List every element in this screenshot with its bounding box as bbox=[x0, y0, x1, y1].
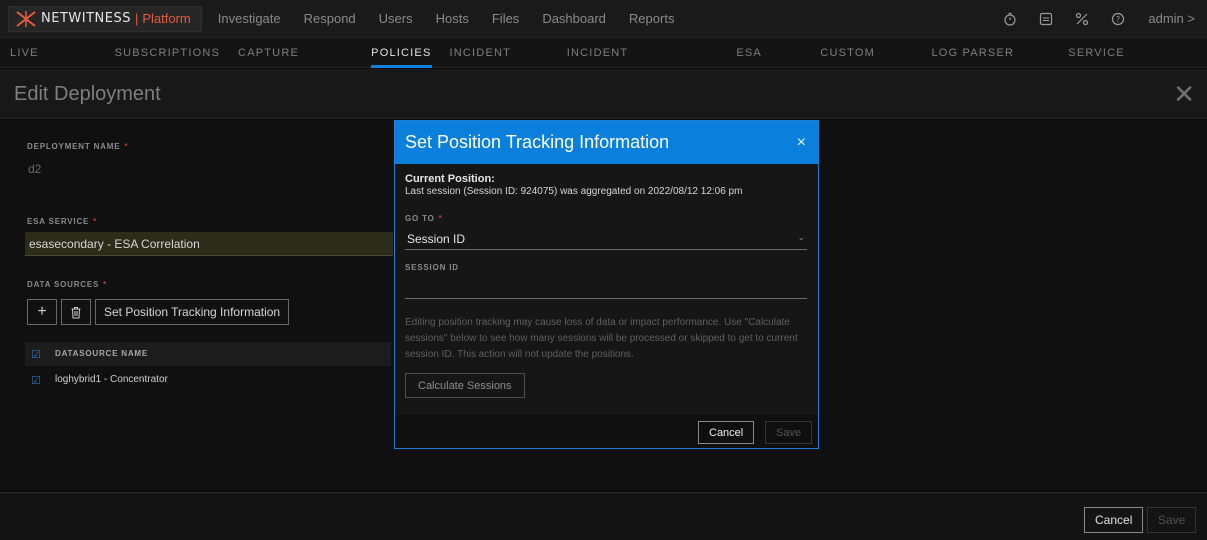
modal-header: Set Position Tracking Information × bbox=[395, 121, 818, 164]
timer-icon[interactable] bbox=[1002, 11, 1018, 27]
svg-text:?: ? bbox=[1116, 15, 1120, 24]
tab-incident-notifications[interactable]: INCIDENT NOTIFICATIONS bbox=[567, 38, 719, 89]
current-position-label: Current Position: bbox=[405, 173, 495, 185]
delete-datasource-button[interactable] bbox=[61, 299, 91, 325]
tab-service-topology[interactable]: SERVICE TOPOLOGY bbox=[1068, 38, 1189, 89]
nav-dashboard[interactable]: Dashboard bbox=[542, 11, 606, 26]
nav-reports[interactable]: Reports bbox=[629, 11, 675, 26]
tab-policies[interactable]: POLICIES bbox=[371, 38, 432, 68]
position-tracking-modal: Set Position Tracking Information × Curr… bbox=[394, 120, 819, 449]
required-marker: * bbox=[93, 217, 98, 226]
plus-icon: + bbox=[37, 303, 47, 320]
current-position-text: Last session (Session ID: 924075) was ag… bbox=[405, 186, 743, 197]
main-nav: Investigate Respond Users Hosts Files Da… bbox=[218, 11, 698, 26]
modal-body: Current Position: Last session (Session … bbox=[395, 164, 818, 415]
tab-capture-policies[interactable]: CAPTURE POLICIES bbox=[238, 38, 353, 89]
top-icons: ? admin > bbox=[982, 11, 1195, 27]
data-sources-label-text: DATA SOURCES bbox=[27, 280, 100, 289]
save-button[interactable]: Save bbox=[1147, 507, 1197, 533]
esa-service-select[interactable]: esasecondary - ESA Correlation bbox=[25, 232, 393, 256]
netwitness-logo-icon bbox=[16, 10, 36, 27]
cancel-button[interactable]: Cancel bbox=[1084, 507, 1144, 533]
tab-incident-rules[interactable]: INCIDENT RULES bbox=[450, 38, 549, 89]
required-marker: * bbox=[103, 280, 108, 289]
modal-footer: Cancel Save bbox=[395, 415, 818, 448]
tab-custom-feeds[interactable]: CUSTOM FEEDS bbox=[820, 38, 913, 89]
esa-service-value: esasecondary - ESA Correlation bbox=[29, 237, 200, 251]
required-marker: * bbox=[438, 214, 443, 223]
tab-log-parser-rules[interactable]: LOG PARSER RULES bbox=[931, 38, 1050, 89]
session-id-input[interactable] bbox=[405, 279, 807, 299]
nav-respond[interactable]: Respond bbox=[304, 11, 356, 26]
trash-icon bbox=[71, 306, 81, 318]
brand-name: NETWITNESS bbox=[41, 11, 131, 26]
page-footer: Cancel Save bbox=[0, 492, 1207, 540]
esa-service-label-text: ESA SERVICE bbox=[27, 217, 90, 226]
nav-users[interactable]: Users bbox=[379, 11, 413, 26]
goto-value: Session ID bbox=[407, 232, 466, 246]
set-position-tracking-button[interactable]: Set Position Tracking Information bbox=[95, 299, 290, 325]
tools-icon[interactable] bbox=[1074, 11, 1090, 27]
chevron-down-icon: ⌄ bbox=[797, 232, 805, 242]
user-menu[interactable]: admin > bbox=[1148, 11, 1195, 26]
row-checkbox[interactable]: ☑ bbox=[31, 374, 41, 387]
modal-cancel-button[interactable]: Cancel bbox=[698, 421, 755, 444]
deployment-name-field[interactable]: d2 bbox=[28, 162, 41, 176]
tab-subscriptions[interactable]: SUBSCRIPTIONS bbox=[115, 38, 220, 68]
datasource-table-header: ☑ DATASOURCE NAME bbox=[25, 342, 391, 366]
page-title: Edit Deployment bbox=[14, 83, 161, 105]
goto-label-text: GO TO bbox=[405, 214, 435, 223]
brand-separator: | bbox=[134, 11, 139, 26]
goto-select[interactable]: Session ID ⌄ bbox=[405, 228, 807, 250]
notifications-icon[interactable] bbox=[1038, 11, 1054, 27]
required-marker: * bbox=[124, 142, 129, 151]
netwitness-logo[interactable]: NETWITNESS | Platform bbox=[8, 5, 202, 32]
select-all-checkbox[interactable]: ☑ bbox=[31, 348, 41, 361]
config-sub-nav: LIVE CONTENT SUBSCRIPTIONS CAPTURE POLIC… bbox=[0, 38, 1207, 89]
deployment-name-label-text: DEPLOYMENT NAME bbox=[27, 142, 121, 151]
warning-text: Editing position tracking may cause loss… bbox=[405, 317, 798, 360]
calculate-sessions-button[interactable]: Calculate Sessions bbox=[405, 373, 525, 398]
modal-title: Set Position Tracking Information bbox=[405, 132, 670, 152]
esa-service-label: ESA SERVICE * bbox=[27, 217, 97, 226]
help-icon[interactable]: ? bbox=[1110, 11, 1126, 27]
nav-files[interactable]: Files bbox=[492, 11, 519, 26]
top-bar: NETWITNESS | Platform Investigate Respon… bbox=[0, 0, 1207, 38]
tab-esa-rules[interactable]: ESA RULES bbox=[736, 38, 802, 89]
close-icon[interactable]: ✕ bbox=[1173, 79, 1195, 110]
deployment-name-label: DEPLOYMENT NAME * bbox=[27, 142, 128, 151]
tab-live-content[interactable]: LIVE CONTENT bbox=[10, 38, 97, 89]
session-id-label: SESSION ID bbox=[405, 263, 459, 272]
modal-save-button[interactable]: Save bbox=[765, 421, 813, 444]
add-datasource-button[interactable]: + bbox=[27, 299, 57, 325]
nav-investigate[interactable]: Investigate bbox=[218, 11, 281, 26]
table-row: ☑ loghybrid1 - Concentrator bbox=[25, 370, 391, 390]
goto-label: GO TO * bbox=[405, 214, 443, 223]
datasource-name: loghybrid1 - Concentrator bbox=[55, 374, 168, 385]
modal-close-icon[interactable]: × bbox=[797, 134, 806, 152]
nav-hosts[interactable]: Hosts bbox=[436, 11, 469, 26]
datasource-name-header: DATASOURCE NAME bbox=[55, 349, 149, 358]
brand-product: Platform bbox=[142, 11, 191, 26]
data-sources-label: DATA SOURCES * bbox=[27, 280, 107, 289]
page-header: Edit Deployment ✕ bbox=[0, 69, 1207, 119]
